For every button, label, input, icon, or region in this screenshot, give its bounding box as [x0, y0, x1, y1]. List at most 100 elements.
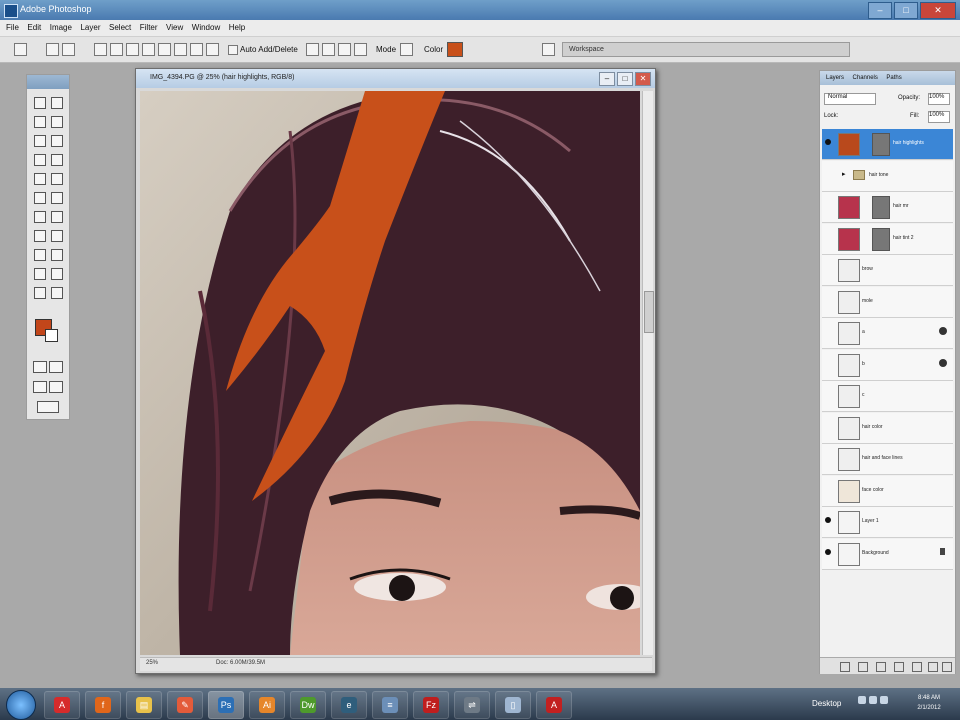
paths-icon[interactable]	[62, 43, 75, 56]
subtract-icon[interactable]	[322, 43, 335, 56]
background-color-swatch[interactable]	[45, 329, 58, 342]
shape-layers-icon[interactable]	[46, 43, 59, 56]
document-title-bar[interactable]: IMG_4394.PG @ 25% (hair highlights, RGB/…	[136, 69, 655, 88]
style-icon[interactable]	[354, 43, 367, 56]
menu-file[interactable]: File	[6, 20, 19, 35]
palette-well-icon[interactable]	[542, 43, 555, 56]
layer-row[interactable]: c	[822, 381, 953, 412]
layer-row[interactable]: a	[822, 318, 953, 349]
layer-row[interactable]: hair color	[822, 412, 953, 444]
type-tool-icon[interactable]	[51, 230, 63, 242]
full-screen-icon[interactable]	[49, 381, 63, 393]
tab-paths[interactable]: Paths	[880, 75, 901, 81]
visibility-eye-icon[interactable]	[825, 139, 831, 145]
opacity-field[interactable]: 100%	[928, 93, 950, 105]
taskbar-edge-button[interactable]: e	[331, 691, 367, 719]
desktop-toolbar-label[interactable]: Desktop	[812, 699, 841, 708]
rectangle-icon[interactable]	[126, 43, 139, 56]
fill-field[interactable]: 100%	[928, 111, 950, 123]
taskbar-document-button[interactable]: ▯	[495, 691, 531, 719]
path-selection-tool-icon[interactable]	[34, 230, 46, 242]
move-tool-icon[interactable]	[51, 97, 63, 109]
layer-row[interactable]: hair and face lines	[822, 444, 953, 475]
layer-mask-thumbnail[interactable]	[872, 196, 890, 219]
pen-tool-icon[interactable]	[14, 43, 27, 56]
menu-edit[interactable]: Edit	[27, 20, 41, 35]
ellipse-icon[interactable]	[158, 43, 171, 56]
crop-tool-icon[interactable]	[34, 135, 46, 147]
clone-stamp-tool-icon[interactable]	[34, 173, 46, 185]
blur-tool-icon[interactable]	[34, 211, 46, 223]
adjustment-layer-icon[interactable]	[894, 662, 904, 672]
custom-shape-icon[interactable]	[206, 43, 219, 56]
taskbar-dreamweaver-button[interactable]: Dw	[290, 691, 326, 719]
taskbar-notes-button[interactable]: ≡	[372, 691, 408, 719]
pen-tool-icon[interactable]	[34, 249, 46, 261]
network-icon[interactable]	[869, 696, 877, 704]
layer-row[interactable]: hair mr	[822, 192, 953, 223]
color-swatch[interactable]	[447, 42, 463, 57]
marquee-tool-icon[interactable]	[34, 97, 46, 109]
brush-tool-icon[interactable]	[51, 154, 63, 166]
workspace-dropdown[interactable]: Workspace	[562, 42, 850, 57]
polygon-icon[interactable]	[174, 43, 187, 56]
taskbar-adobe-reader-button[interactable]: A	[536, 691, 572, 719]
visibility-eye-icon[interactable]	[825, 548, 831, 555]
freeform-pen-icon[interactable]	[110, 43, 123, 56]
layer-mask-thumbnail[interactable]	[872, 227, 890, 251]
close-button[interactable]: ✕	[920, 2, 956, 19]
menu-help[interactable]: Help	[229, 20, 245, 35]
group-expand-icon[interactable]: ▸	[842, 170, 846, 178]
doc-maximize-button[interactable]: □	[617, 72, 633, 86]
doc-close-button[interactable]: ✕	[635, 72, 651, 86]
taskbar-illustrator-button[interactable]: Ai	[249, 691, 285, 719]
layer-style-icon[interactable]	[858, 662, 868, 672]
taskbar-photoshop-button[interactable]: Ps	[208, 691, 244, 719]
layer-row[interactable]: Layer 1	[822, 507, 953, 538]
taskbar-network-button[interactable]: ⇌	[454, 691, 490, 719]
zoom-level[interactable]: 25%	[146, 660, 158, 666]
menu-layer[interactable]: Layer	[80, 20, 100, 35]
visibility-eye-icon[interactable]	[825, 517, 831, 523]
taskbar-explorer-button[interactable]: ▤	[126, 691, 162, 719]
new-layer-icon[interactable]	[928, 662, 938, 672]
menu-image[interactable]: Image	[50, 20, 72, 35]
blend-mode-select[interactable]: Normal	[824, 93, 876, 105]
eyedropper-tool-icon[interactable]	[51, 268, 63, 280]
notes-tool-icon[interactable]	[34, 268, 46, 280]
toolbox-grip[interactable]	[27, 75, 69, 89]
volume-icon[interactable]	[880, 696, 888, 704]
custom-shape-tool-icon[interactable]	[51, 249, 63, 261]
vertical-scrollbar[interactable]	[642, 91, 654, 655]
layer-row[interactable]: ▸ hair tone	[822, 160, 953, 192]
rounded-rectangle-icon[interactable]	[142, 43, 155, 56]
layer-row[interactable]: Background	[822, 538, 953, 570]
new-group-icon[interactable]	[912, 662, 922, 672]
taskbar-firefox-button[interactable]: f	[85, 691, 121, 719]
maximize-button[interactable]: □	[894, 2, 918, 19]
jump-to-imageready-icon[interactable]	[37, 401, 59, 413]
link-layers-icon[interactable]	[840, 662, 850, 672]
slice-tool-icon[interactable]	[51, 135, 63, 147]
healing-brush-tool-icon[interactable]	[34, 154, 46, 166]
flag-icon[interactable]	[858, 696, 866, 704]
lasso-tool-icon[interactable]	[34, 116, 46, 128]
screen-mode-icon[interactable]	[33, 381, 47, 393]
layer-row[interactable]: face color	[822, 475, 953, 507]
layer-effects-icon[interactable]	[939, 327, 947, 335]
layer-mask-thumbnail[interactable]	[872, 133, 890, 156]
history-brush-tool-icon[interactable]	[51, 173, 63, 185]
quick-mask-icon[interactable]	[49, 361, 63, 373]
delete-layer-icon[interactable]	[942, 662, 952, 672]
layer-effects-icon[interactable]	[939, 358, 947, 367]
document-canvas[interactable]	[140, 91, 640, 655]
standard-mode-icon[interactable]	[33, 361, 47, 373]
combine-icon[interactable]	[306, 43, 319, 56]
minimize-button[interactable]: –	[868, 2, 892, 19]
gradient-tool-icon[interactable]	[51, 192, 63, 204]
doc-minimize-button[interactable]: –	[599, 72, 615, 86]
eraser-tool-icon[interactable]	[34, 192, 46, 204]
taskbar-paint-button[interactable]: ✎	[167, 691, 203, 719]
hand-tool-icon[interactable]	[34, 287, 46, 299]
menu-select[interactable]: Select	[109, 20, 131, 35]
